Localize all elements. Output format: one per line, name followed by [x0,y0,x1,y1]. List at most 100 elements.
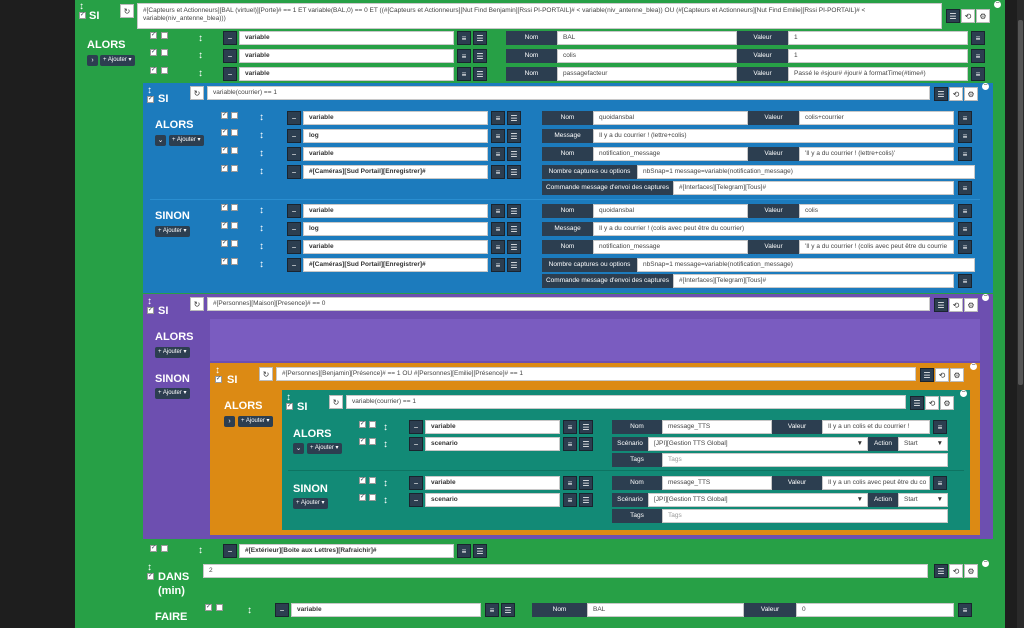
nom-input[interactable]: quoidansbal [593,111,748,125]
enable-checkbox[interactable]: ✓ [221,129,228,136]
settings-icon[interactable]: ⚙ [950,368,964,382]
option-checkbox[interactable] [231,258,238,265]
action-type-input[interactable]: #[Extérieur][Boite aux Lettres][Rafraich… [239,544,454,558]
add-button[interactable]: + Ajouter ▾ [155,347,190,358]
nom-input[interactable]: quoidansbal [593,204,748,218]
add-button[interactable]: + Ajouter ▾ [169,135,204,146]
settings-icon[interactable]: ⚙ [964,87,978,101]
list-button[interactable]: ≡ [958,240,972,254]
history-icon[interactable]: ⟲ [925,396,939,410]
drag-handle[interactable]: ↕ [259,131,264,141]
chevron-icon[interactable]: › [87,55,98,66]
collapse-icon[interactable]: − [982,559,989,567]
valeur-input[interactable]: colis+courrier [799,111,954,125]
valeur-input[interactable]: 1 [788,31,968,45]
edit-button[interactable]: ☰ [507,111,521,125]
scrollbar-thumb[interactable] [1018,20,1023,385]
collapse-icon[interactable]: − [970,362,977,370]
option-checkbox[interactable] [231,204,238,211]
chevron-icon[interactable]: › [224,416,235,427]
list-button[interactable]: ≡ [491,258,505,272]
nom-input[interactable]: BAL [557,31,737,45]
remove-action-button[interactable]: − [223,49,237,63]
refresh-icon[interactable]: ↻ [120,4,134,18]
commande-input[interactable]: #[Interfaces][Telegram][Tous]# [673,181,954,195]
remove-action-button[interactable]: − [223,31,237,45]
settings-icon[interactable]: ⚙ [964,564,978,578]
enable-checkbox[interactable]: ✓ [221,147,228,154]
enable-checkbox[interactable]: ✓ [147,573,154,580]
drag-handle[interactable]: ↕ [247,606,252,616]
list-button[interactable]: ≡ [563,476,577,490]
action-type-input[interactable]: variable [291,603,481,617]
valeur-input[interactable]: 'Il y a du courrier ! (lettre+colis)' [799,147,954,161]
list-button[interactable]: ≡ [958,181,972,195]
si-condition-input[interactable]: #[Personnes][Maison][Presence]# == 0 [207,297,930,311]
valeur-input[interactable]: 0 [796,603,954,617]
action-select[interactable]: Start ▼ [898,437,948,451]
tags-input[interactable]: Tags [662,509,948,523]
edit-button[interactable]: ☰ [507,258,521,272]
enable-checkbox[interactable]: ✓ [150,32,157,39]
valeur-input[interactable]: colis [799,204,954,218]
edit-button[interactable]: ☰ [507,147,521,161]
action-type-input[interactable]: variable [425,420,560,434]
option-checkbox[interactable] [369,421,376,428]
list-button[interactable]: ≡ [563,437,577,451]
edit-button[interactable]: ☰ [934,298,948,312]
drag-handle[interactable]: ↕ [259,206,264,216]
drag-handle[interactable]: ↕ [383,496,388,506]
history-icon[interactable]: ⟲ [935,368,949,382]
list-button[interactable]: ≡ [485,603,499,617]
nom-input[interactable]: BAL [587,603,744,617]
drag-handle[interactable]: ↕ [198,546,203,556]
action-type-input[interactable]: variable [303,147,488,161]
action-type-input[interactable]: variable [303,240,488,254]
si-condition-input[interactable]: #[Capteurs et Actionneurs][BAL (virtuel)… [137,3,942,29]
edit-button[interactable]: ☰ [473,544,487,558]
chevron-down-icon[interactable]: ⌄ [155,135,166,146]
option-checkbox[interactable] [369,477,376,484]
remove-action-button[interactable]: − [287,165,301,179]
edit-button[interactable]: ☰ [920,368,934,382]
list-button[interactable]: ≡ [933,420,947,434]
remove-action-button[interactable]: − [287,129,301,143]
action-type-input[interactable]: variable [303,204,488,218]
add-button[interactable]: + Ajouter ▾ [238,416,273,427]
message-input[interactable]: Il y a du courrier ! (colis avec peut êt… [593,222,954,236]
si-condition-input[interactable]: #[Personnes][Benjamin][Présence]# == 1 O… [276,367,916,381]
history-icon[interactable]: ⟲ [949,564,963,578]
options-input[interactable]: nbSnap=1 message=variable(notification_m… [637,258,975,272]
refresh-icon[interactable]: ↻ [259,367,273,381]
action-type-input[interactable]: #[Caméras][Sud Portail][Enregistrer]# [303,165,488,179]
add-button[interactable]: + Ajouter ▾ [155,388,190,399]
option-checkbox[interactable] [369,494,376,501]
drag-handle[interactable]: ↕ [147,563,152,573]
nom-input[interactable]: message_TTS [662,420,772,434]
action-type-input[interactable]: variable [425,476,560,490]
remove-action-button[interactable]: − [223,544,237,558]
drag-handle[interactable]: ↕ [286,393,291,403]
list-button[interactable]: ≡ [457,544,471,558]
enable-checkbox[interactable]: ✓ [147,96,154,103]
scenario-select[interactable]: [JPI][Gestion TTS Global] ▼ [648,493,868,507]
enable-checkbox[interactable]: ✓ [150,49,157,56]
edit-button[interactable]: ☰ [910,396,924,410]
si-condition-input[interactable]: variable(courrier) == 1 [346,395,906,409]
drag-handle[interactable]: ↕ [198,34,203,44]
option-checkbox[interactable] [231,112,238,119]
valeur-input[interactable]: 1 [788,49,968,63]
list-button[interactable]: ≡ [958,274,972,288]
drag-handle[interactable]: ↕ [259,224,264,234]
enable-checkbox[interactable]: ✓ [221,165,228,172]
enable-checkbox[interactable]: ✓ [359,438,366,445]
list-button[interactable]: ≡ [971,49,985,63]
drag-handle[interactable]: ↕ [259,113,264,123]
refresh-icon[interactable]: ↻ [190,297,204,311]
refresh-icon[interactable]: ↻ [190,86,204,100]
remove-action-button[interactable]: − [409,476,423,490]
add-button[interactable]: + Ajouter ▾ [155,226,190,237]
list-button[interactable]: ≡ [958,603,972,617]
history-icon[interactable]: ⟲ [949,87,963,101]
enable-checkbox[interactable]: ✓ [221,112,228,119]
